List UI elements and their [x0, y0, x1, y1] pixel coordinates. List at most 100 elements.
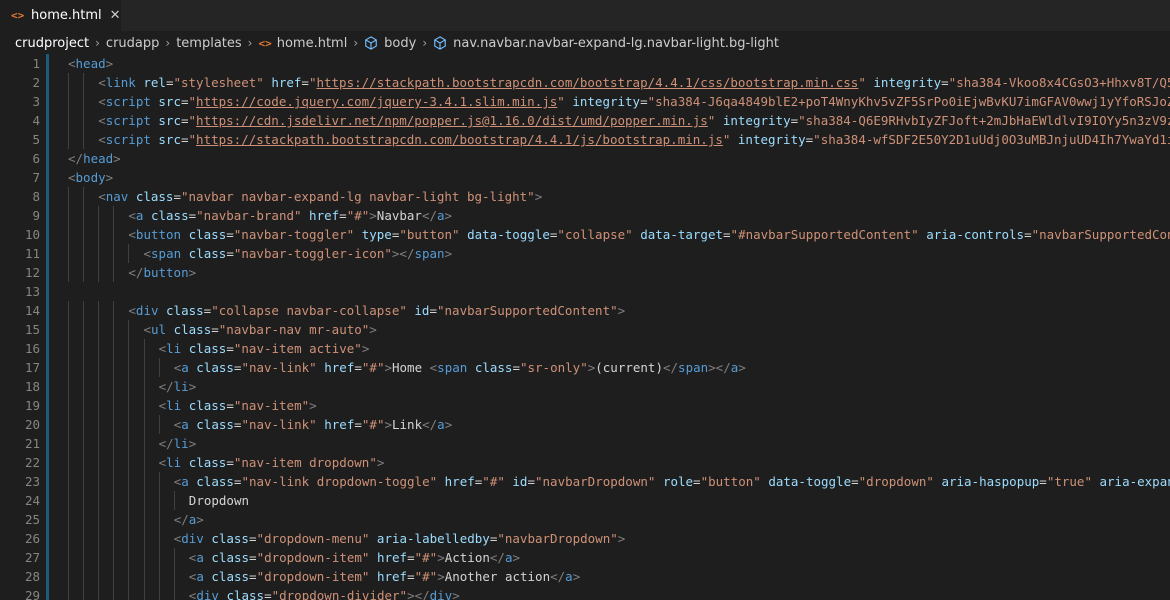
code-line[interactable]: 11 <span class="navbar-toggler-icon"></sp…	[0, 244, 1170, 263]
code-text: <script src="https://code.jquery.com/jqu…	[98, 92, 1170, 111]
code-token: integrity	[873, 75, 942, 90]
indent-guide	[83, 206, 85, 225]
code-line[interactable]: 22 <li class="nav-item dropdown">	[0, 453, 1170, 472]
code-token: >	[376, 455, 385, 470]
line-number: 13	[24, 284, 40, 299]
indent-guide	[143, 358, 145, 377]
indent-guide	[83, 548, 85, 567]
code-line[interactable]: 5 <script src="https://stackpath.bootstra…	[0, 130, 1170, 149]
code-line[interactable]: 25 </a>	[0, 510, 1170, 529]
git-modified-indicator	[46, 586, 49, 600]
line-number: 6	[32, 151, 40, 166]
line-number: 9	[32, 208, 40, 223]
code-token: li	[166, 455, 189, 470]
indent-guide	[98, 320, 100, 339]
code-line[interactable]: 19 <li class="nav-item">	[0, 396, 1170, 415]
code-token: Action	[444, 550, 490, 565]
breadcrumb-item-app[interactable]: crudapp	[106, 36, 159, 51]
code-token: =	[851, 474, 859, 489]
code-token: class	[150, 208, 189, 223]
line-number: 29	[24, 588, 40, 600]
code-token: "sr-only"	[519, 360, 588, 375]
tab-home-html[interactable]: <> home.html ✕	[0, 0, 121, 31]
code-token: "#"	[482, 474, 513, 489]
breadcrumb-item-file[interactable]: home.html	[277, 36, 348, 51]
indent-guide	[113, 358, 115, 377]
code-line[interactable]: 7 <body>	[0, 168, 1170, 187]
code-token: id	[512, 474, 528, 489]
breadcrumb-item-body[interactable]: body	[384, 36, 416, 51]
line-number: 2	[32, 75, 40, 90]
code-line[interactable]: 10 <button class="navbar-toggler" type="b…	[0, 225, 1170, 244]
code-token: >	[361, 341, 370, 356]
git-modified-indicator	[46, 149, 49, 168]
git-modified-indicator	[46, 130, 49, 149]
code-token: =	[429, 303, 437, 318]
code-line[interactable]: 27 <a class="dropdown-item" href="#">Acti…	[0, 548, 1170, 567]
code-token: >	[113, 151, 121, 166]
code-token: ></	[407, 588, 430, 600]
indent-guide	[98, 377, 100, 396]
code-token: integrity	[722, 113, 791, 128]
code-line[interactable]: 29 <div class="dropdown-divider"></div>	[0, 586, 1170, 600]
breadcrumb-item-templates[interactable]: templates	[176, 36, 241, 51]
code-line[interactable]: 28 <a class="dropdown-item" href="#">Anot…	[0, 567, 1170, 586]
breadcrumb-item-nav[interactable]: nav.navbar.navbar-expand-lg.navbar-light…	[453, 36, 779, 51]
html-file-icon: <>	[11, 9, 25, 22]
breadcrumb-item-project[interactable]: crudproject	[15, 36, 89, 51]
code-token: <	[98, 132, 106, 147]
indent-guide	[68, 434, 69, 453]
code-line[interactable]: 13	[0, 282, 1170, 301]
code-token: "navbar-toggler-icon"	[233, 246, 392, 261]
code-line[interactable]: 26 <div class="dropdown-menu" aria-labell…	[0, 529, 1170, 548]
indent-guide	[158, 586, 160, 600]
code-token: class	[188, 246, 227, 261]
code-text: <div class="dropdown-divider"></div>	[189, 586, 460, 600]
code-token: a	[196, 569, 212, 584]
code-token: href	[376, 550, 408, 565]
code-token: li	[166, 398, 189, 413]
indent-guide	[113, 339, 115, 358]
code-line[interactable]: 24 Dropdown	[0, 491, 1170, 510]
code-text: <a class="nav-link dropdown-toggle" href…	[174, 472, 1170, 491]
code-line[interactable]: 15 <ul class="navbar-nav mr-auto">	[0, 320, 1170, 339]
code-line[interactable]: 4 <script src="https://cdn.jsdelivr.net/n…	[0, 111, 1170, 130]
code-token: nav	[105, 189, 136, 204]
code-text: <nav class="navbar navbar-expand-lg navb…	[98, 187, 542, 206]
code-editor[interactable]: 1 <head> 2 <link rel="stylesheet" href="htt…	[0, 54, 1170, 600]
git-modified-indicator	[46, 548, 49, 567]
code-token: =	[226, 398, 234, 413]
code-token: =	[180, 94, 189, 109]
code-line[interactable]: 14 <div class = "collapse navbar-collapse" …	[0, 301, 1170, 320]
indent-guide	[128, 434, 130, 453]
code-token: "#"	[414, 550, 438, 565]
code-line[interactable]: 3 <script src="https://code.jquery.com/jq…	[0, 92, 1170, 111]
code-line[interactable]: 21 </li>	[0, 434, 1170, 453]
code-line[interactable]: 23 <a class="nav-link dropdown-toggle" hr…	[0, 472, 1170, 491]
indent-guide	[68, 453, 69, 472]
code-line[interactable]: 12 </button>	[0, 263, 1170, 282]
code-line[interactable]: 2 <link rel="stylesheet" href="https://st…	[0, 73, 1170, 92]
code-line[interactable]: 17 <a class="nav-link" href="#">Home <spa…	[0, 358, 1170, 377]
code-line[interactable]: 6 </head>	[0, 149, 1170, 168]
code-token: a	[135, 208, 151, 223]
code-line[interactable]: 16 <li class="nav-item active">	[0, 339, 1170, 358]
indent-guide	[158, 415, 160, 434]
code-token: =	[339, 208, 347, 223]
code-line[interactable]: 1 <head>	[0, 54, 1170, 73]
code-line[interactable]: 18 </li>	[0, 377, 1170, 396]
line-number: 23	[24, 474, 40, 489]
code-token: <	[98, 189, 106, 204]
code-token: <	[68, 56, 76, 71]
code-token: =	[790, 113, 799, 128]
code-token: "	[707, 113, 723, 128]
code-token: aria-expanded	[1099, 474, 1170, 489]
git-modified-indicator	[46, 263, 49, 282]
indent-guide	[128, 415, 130, 434]
close-icon[interactable]: ✕	[110, 8, 121, 23]
code-line[interactable]: 9 <a class="navbar-brand" href="#">Navbar…	[0, 206, 1170, 225]
code-line[interactable]: 8 <nav class="navbar navbar-expand-lg nav…	[0, 187, 1170, 206]
indent-guide	[98, 225, 100, 244]
code-line[interactable]: 20 <a class="nav-link" href="#">Link</a>	[0, 415, 1170, 434]
indent-guide	[113, 320, 115, 339]
